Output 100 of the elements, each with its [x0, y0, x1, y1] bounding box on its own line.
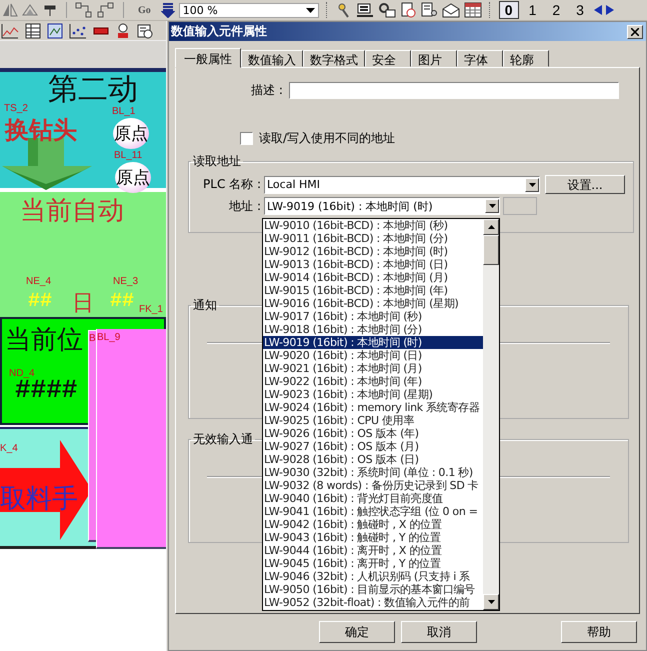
tab[interactable]: 图片 [411, 50, 457, 67]
object-id-label: NE_4 [26, 276, 52, 287]
page-button[interactable]: 0 [498, 1, 519, 19]
caption-text: 日 [72, 290, 94, 318]
address-dropdown[interactable]: LW-9019 (16bit) : 本地时间 (时) [264, 197, 500, 215]
go-button[interactable]: Go [132, 4, 157, 16]
list-scrollbar[interactable] [483, 219, 499, 610]
dialog-button[interactable]: 帮助 [561, 621, 637, 643]
list-item[interactable]: LW-9020 (16bit) : 本地时间 (日) [263, 349, 483, 362]
list-item[interactable]: LW-9040 (16bit) : 背光灯目前亮度值 [263, 492, 483, 505]
list-item[interactable]: LW-9030 (32bit) : 系统时间 (单位 : 0.1 秒) [263, 466, 483, 479]
caption-text: 当前自动 [20, 195, 124, 228]
object-id-label: TS_2 [4, 103, 28, 114]
tab[interactable]: 安全 [365, 50, 411, 67]
scroll-up-icon [488, 225, 494, 229]
group-title: 读取地址 [192, 153, 242, 170]
list-item[interactable]: LW-9013 (16bit-BCD) : 本地时间 (日) [263, 258, 483, 271]
caption-text: 当前位 [5, 324, 83, 357]
list-item[interactable]: LW-9028 (16bit) : OS 版本 (日) [263, 453, 483, 466]
field-label: 地址 : [228, 198, 261, 214]
object-id-label: K_4 [0, 443, 18, 454]
node-link-icon[interactable] [75, 2, 93, 18]
list-item[interactable]: LW-9050 (16bit) : 目前显示的基本窗口编号 [263, 583, 483, 596]
scroll-thumb[interactable] [483, 235, 499, 265]
arrow-right-icon[interactable] [606, 5, 614, 15]
list-item[interactable]: LW-9012 (16bit-BCD) : 本地时间 (时) [263, 245, 483, 258]
dropdown-arrow-icon[interactable] [306, 8, 315, 12]
page-button[interactable]: 2 [546, 1, 566, 19]
object-id-label: B [89, 333, 96, 344]
dialog-button[interactable]: 确定 [319, 621, 395, 643]
screen-title: 第二动 [48, 71, 138, 107]
screen-clock-icon[interactable] [137, 22, 153, 38]
list-item[interactable]: LW-9018 (16bit) : 本地时间 (分) [263, 323, 483, 336]
scroll-down-icon [488, 600, 494, 604]
checkbox[interactable] [240, 132, 253, 145]
list-item[interactable]: LW-9041 (16bit) : 触控状态字组 (位 0 on = [263, 505, 483, 518]
value-display: ## [28, 290, 52, 313]
list-item[interactable]: LW-9023 (16bit) : 本地时间 (星期) [263, 388, 483, 401]
page-button[interactable]: 3 [570, 1, 590, 19]
calendar-icon[interactable] [464, 2, 482, 18]
object-id-label: BL_11 [114, 150, 142, 161]
dropdown-arrow-icon [528, 182, 536, 186]
object-id-label: BL_9 [97, 332, 120, 343]
zoom-dropdown[interactable]: 100 % [178, 2, 319, 18]
plc-dropdown[interactable]: Local HMI [264, 176, 540, 194]
window-title: 数值输入元件属性 [171, 23, 267, 40]
close-button[interactable] [627, 24, 643, 38]
list-item[interactable]: LW-9017 (16bit) : 本地时间 (秒) [263, 310, 483, 323]
node-link-icon[interactable] [97, 2, 115, 18]
list-item[interactable]: LW-9015 (16bit-BCD) : 本地时间 (年) [263, 284, 483, 297]
list-item[interactable]: LW-9042 (16bit) : 触碰时 , X 的位置 [263, 518, 483, 531]
list-item[interactable]: LW-9043 (16bit) : 触碰时 , Y 的位置 [263, 531, 483, 544]
object-id-label: FK_1 [139, 304, 163, 315]
list-item[interactable]: LW-9011 (16bit-BCD) : 本地时间 (分) [263, 232, 483, 245]
list-item[interactable]: LW-9025 (16bit) : CPU 使用率 [263, 414, 483, 427]
tab[interactable]: 数值输入 [241, 50, 303, 67]
description-field[interactable] [288, 82, 619, 99]
address-list[interactable] [262, 218, 500, 611]
list-item[interactable]: LW-9024 (16bit) : memory link 系统寄存器 [263, 401, 483, 414]
tab[interactable]: 轮廓 [503, 50, 549, 67]
object-id-label: BL_1 [112, 106, 136, 117]
settings-button[interactable]: 设置... [545, 175, 625, 194]
envelope-icon[interactable] [442, 2, 460, 18]
page-button[interactable]: 1 [522, 1, 542, 19]
list-item[interactable]: LW-9016 (16bit-BCD) : 本地时间 (星期) [263, 297, 483, 310]
group-title: 无效输入通 [192, 431, 254, 448]
caption-text: 换钻头 [5, 114, 77, 146]
list-item[interactable]: LW-9014 (16bit-BCD) : 本地时间 (月) [263, 271, 483, 284]
list-item[interactable]: LW-9010 (16bit-BCD) : 本地时间 (秒) [263, 219, 483, 232]
object-id-label: NE_3 [113, 276, 138, 287]
list-item[interactable]: LW-9019 (16bit) : 本地时间 (时) [263, 336, 483, 349]
stack-arrow-icon[interactable] [160, 2, 175, 18]
close-icon [631, 28, 639, 36]
group-title: 通知 [192, 297, 218, 314]
tab[interactable]: 字体 [457, 50, 503, 67]
line-chart-icon[interactable] [1, 22, 19, 38]
list-item[interactable]: LW-9026 (16bit) : OS 版本 (年) [263, 427, 483, 440]
field-label: PLC 名称 : [202, 176, 261, 193]
dialog-button[interactable]: 取消 [401, 621, 477, 643]
list-item[interactable]: LW-9021 (16bit) : 本地时间 (月) [263, 362, 483, 375]
address-index-field[interactable] [503, 197, 537, 215]
list-item[interactable]: LW-9052 (32bit-float) : 数值输入元件的前 [263, 596, 483, 609]
list-item[interactable]: LW-9027 (16bit) : OS 版本 (月) [263, 440, 483, 453]
list-item[interactable]: LW-9032 (8 words) : 备份历史记录到 SD 卡 [263, 479, 483, 492]
tab[interactable]: 一般属性 [175, 48, 241, 68]
tab[interactable]: 数字格式 [303, 50, 365, 67]
arrow-left-icon[interactable] [594, 5, 602, 15]
table-icon[interactable] [25, 22, 41, 38]
device-icon[interactable] [356, 2, 374, 18]
picture-frame-icon[interactable] [47, 22, 63, 38]
scatter-plot-icon[interactable] [69, 22, 87, 38]
list-item[interactable]: LW-9044 (16bit) : 离开时 , X 的位置 [263, 544, 483, 557]
caption-text: 取料手 [0, 483, 78, 516]
checkbox-label: 读取/写入使用不同的地址 [259, 130, 396, 147]
field-label: 描述 : [251, 82, 283, 99]
list-item[interactable]: LW-9022 (16bit) : 本地时间 (年) [263, 375, 483, 388]
value-display: ## [110, 290, 134, 313]
flip-triangle-icon[interactable] [2, 2, 18, 18]
list-item[interactable]: LW-9045 (16bit) : 离开时 , Y 的位置 [263, 557, 483, 570]
list-item[interactable]: LW-9046 (32bit) : 人机识别码 (只支持 i 系 [263, 570, 483, 583]
